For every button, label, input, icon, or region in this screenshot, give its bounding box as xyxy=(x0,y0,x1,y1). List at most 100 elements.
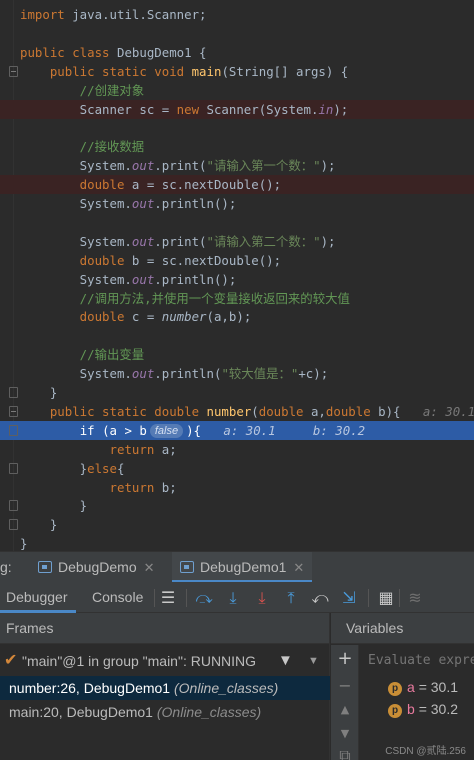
code-token: out xyxy=(131,271,155,287)
close-icon[interactable]: ✕ xyxy=(293,560,304,575)
code-text: double b = sc.nextDouble(); xyxy=(20,251,281,270)
code-token: +c); xyxy=(298,366,329,382)
code-token: double xyxy=(20,177,125,193)
code-line: //接收数据 xyxy=(0,137,474,156)
code-token: //调用方法,并使用一个变量接收返回来的较大值 xyxy=(20,290,350,306)
code-token: //创建对象 xyxy=(20,82,145,98)
code-token: out xyxy=(131,366,155,382)
code-text: double a = sc.nextDouble(); xyxy=(20,175,281,194)
variables-side-toolbar: + − ▲ ▼ ⧉ xyxy=(331,645,359,760)
code-line: public static double number(double a,dou… xyxy=(0,402,474,421)
code-token: number xyxy=(161,309,207,325)
code-token: b; xyxy=(154,479,177,495)
chevron-down-icon[interactable]: ▼ xyxy=(308,646,319,676)
tab-debugdemo1[interactable]: DebugDemo1 ✕ xyxy=(172,552,313,583)
step-out-icon[interactable]: ⤒ xyxy=(281,588,301,608)
code-token: { xyxy=(116,460,125,476)
drop-frame-icon[interactable]: ⤺ xyxy=(310,588,330,608)
code-token: System. xyxy=(20,233,132,249)
code-text: if (a > b false){ a: 30.1 b: 30.2 xyxy=(20,421,365,440)
code-line: System.out.print("请输入第二个数："); xyxy=(0,232,474,251)
code-token: } xyxy=(20,385,58,400)
code-text: }else{ xyxy=(20,459,125,478)
copy-icon[interactable]: ⧉ xyxy=(331,745,359,760)
fold-marker-icon[interactable] xyxy=(9,462,18,474)
frame-row[interactable]: number:26, DebugDemo1 (Online_classes) xyxy=(0,676,330,700)
force-step-into-icon[interactable]: ⤓ xyxy=(252,588,272,608)
code-token: } xyxy=(20,536,28,551)
frame-row[interactable]: main:20, DebugDemo1 (Online_classes) xyxy=(0,700,330,724)
fold-marker-icon[interactable] xyxy=(9,65,18,77)
code-line: } xyxy=(0,534,474,551)
frames-menu-icon[interactable]: ☰ xyxy=(158,588,178,608)
code-token: System. xyxy=(20,366,132,382)
checkmark-icon: ✔ xyxy=(4,652,18,669)
code-token: if xyxy=(79,422,95,438)
code-text: public class DebugDemo1 { xyxy=(20,43,207,62)
code-token: .println(); xyxy=(154,271,237,287)
debug-run-tabs: g: DebugDemo ✕ DebugDemo1 ✕ xyxy=(0,551,474,583)
code-token: Scanner(System. xyxy=(199,101,319,117)
code-token: new xyxy=(176,101,200,117)
debugger-toolbar: Debugger Console ☰ ⤼ ⤓ ⤓ ⤒ ⤺ ⇲ ▦ ≋ xyxy=(0,582,474,613)
add-watch-icon[interactable]: + xyxy=(331,648,359,670)
close-icon[interactable]: ✕ xyxy=(144,560,155,575)
code-token: Scanner sc = xyxy=(20,101,177,117)
variable-value: = 30.1 xyxy=(418,679,459,695)
fold-marker-icon[interactable] xyxy=(9,424,18,436)
toolbar-separator xyxy=(154,589,155,607)
tab-debugger[interactable]: Debugger xyxy=(0,582,76,613)
frame-method: number:26, DebugDemo1 xyxy=(9,680,171,696)
frames-title: Frames xyxy=(0,613,329,644)
trace-icon[interactable]: ≋ xyxy=(405,588,425,608)
code-token: "较大值是：" xyxy=(221,366,299,382)
code-text: return a; xyxy=(20,440,177,459)
tab-console[interactable]: Console xyxy=(84,582,154,613)
code-token: (a > b xyxy=(94,422,147,438)
variable-row-a[interactable]: pa = 30.1 xyxy=(360,676,474,698)
code-text: return b; xyxy=(20,478,177,497)
code-token: a = sc.nextDouble(); xyxy=(124,177,282,193)
code-token: return xyxy=(109,479,155,495)
code-line: import java.util.Scanner; xyxy=(0,5,474,24)
thread-selector[interactable]: ✔ "main"@1 in group "main": RUNNING ▼ ▼ xyxy=(0,646,330,676)
code-line: }else{ xyxy=(0,459,474,478)
tab-debugdemo[interactable]: DebugDemo ✕ xyxy=(32,552,161,583)
code-token: else xyxy=(87,460,117,476)
variables-panel: Variables + − ▲ ▼ ⧉ pa = 30.1 pb = 30.2 xyxy=(331,613,474,760)
frame-class: (Online_classes) xyxy=(174,680,279,696)
fold-marker-icon[interactable] xyxy=(9,405,18,417)
variable-row-b[interactable]: pb = 30.2 xyxy=(360,698,474,720)
step-over-icon[interactable]: ⤼ xyxy=(194,588,214,608)
evaluate-expression-icon[interactable]: ▦ xyxy=(376,588,396,608)
move-up-icon[interactable]: ▲ xyxy=(331,699,359,721)
fold-marker-icon[interactable] xyxy=(9,500,18,512)
code-token: double xyxy=(258,403,304,419)
filter-icon[interactable]: ▼ xyxy=(278,646,293,676)
code-text: System.out.print("请输入第二个数："); xyxy=(20,232,336,251)
code-token: double xyxy=(325,403,371,419)
move-down-icon[interactable]: ▼ xyxy=(331,723,359,745)
code-text: System.out.println(); xyxy=(20,194,237,213)
frame-method: main:20, DebugDemo1 xyxy=(9,704,153,720)
code-text: //创建对象 xyxy=(20,81,145,100)
evaluate-expression-input[interactable] xyxy=(360,646,474,674)
code-token: ); xyxy=(320,158,336,174)
code-token: import xyxy=(20,7,65,22)
watermark: CSDN @贰陆.256 xyxy=(385,746,466,757)
variable-name: a xyxy=(407,679,415,695)
run-to-cursor-icon[interactable]: ⇲ xyxy=(339,588,359,608)
code-editor[interactable]: import java.util.Scanner; public class De… xyxy=(0,0,474,551)
step-into-icon[interactable]: ⤓ xyxy=(223,588,243,608)
code-line: System.out.println("较大值是："+c); xyxy=(0,364,474,383)
fold-marker-icon[interactable] xyxy=(9,387,18,398)
code-line: return a; xyxy=(0,440,474,459)
code-token: a, xyxy=(303,403,326,419)
code-token: out xyxy=(131,196,155,211)
fold-marker-icon[interactable] xyxy=(9,519,18,531)
remove-watch-icon[interactable]: − xyxy=(331,675,359,697)
